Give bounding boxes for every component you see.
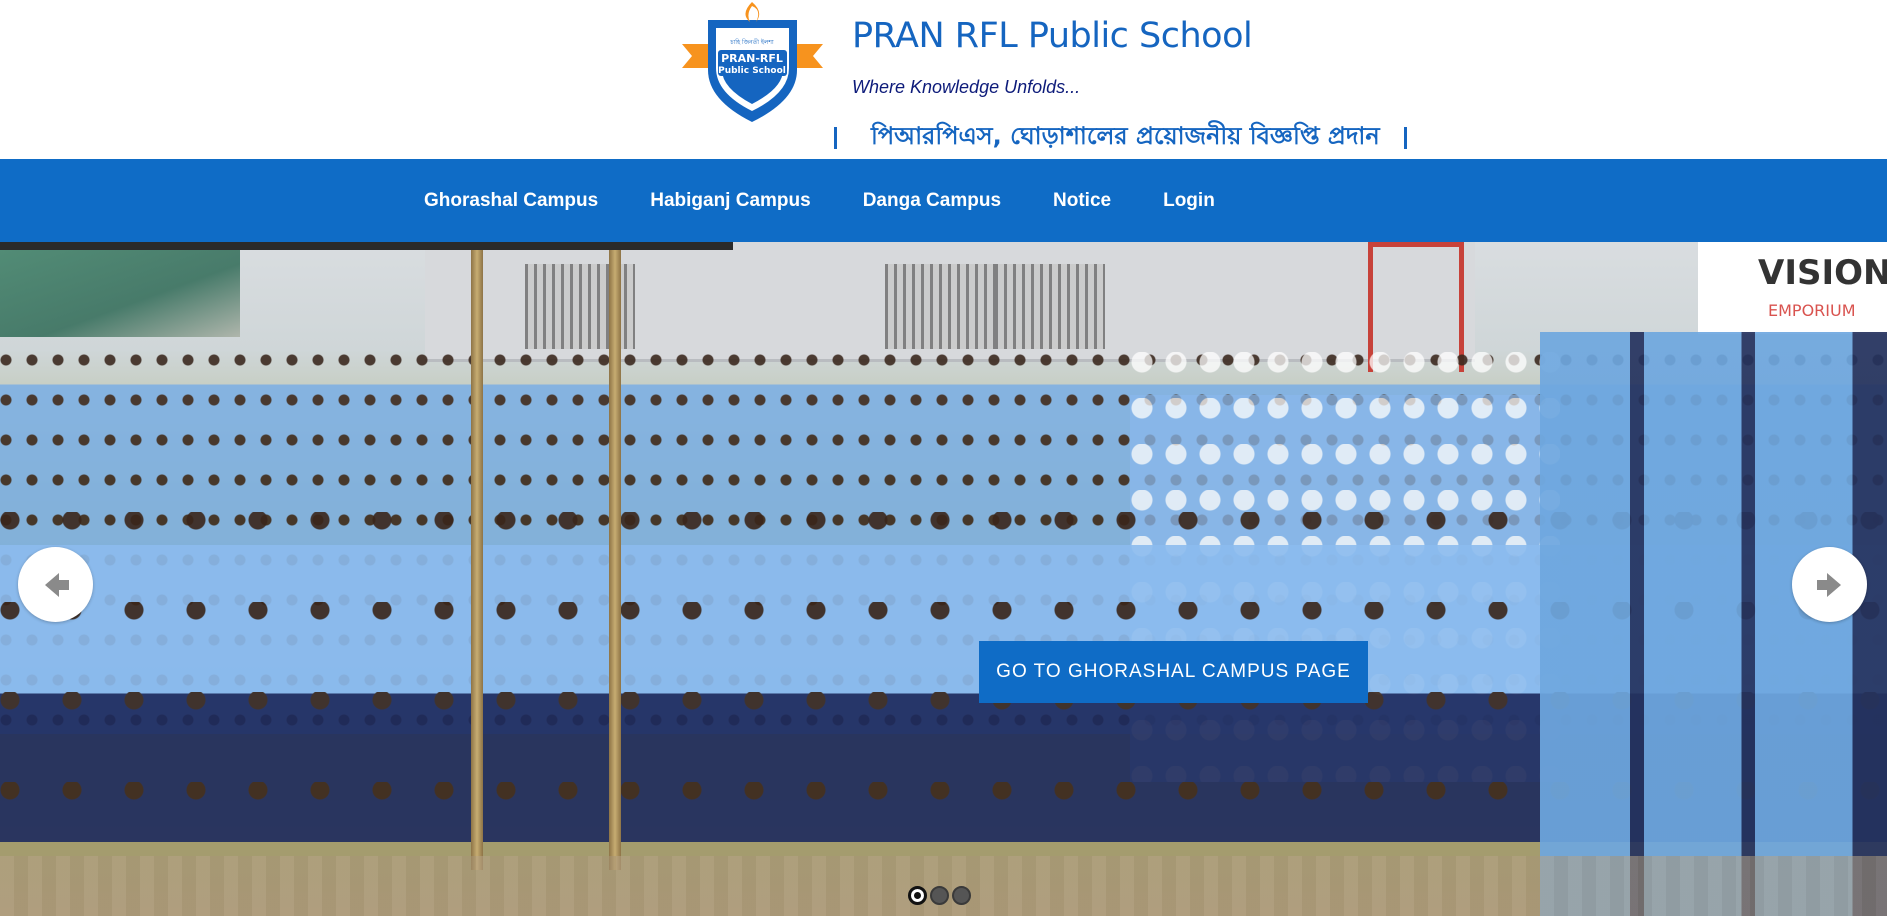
marquee-divider-left <box>834 127 837 149</box>
site-header: চাহি জিনতী ইলশা PRAN-RFL Public School P… <box>0 0 1887 159</box>
nav-item-habiganj-campus[interactable]: Habiganj Campus <box>624 190 836 212</box>
building-window <box>995 264 1105 349</box>
nav-menu: Ghorashal Campus Habiganj Campus Danga C… <box>398 159 1241 242</box>
bamboo-pole <box>471 242 483 870</box>
teachers-group <box>1540 332 1887 916</box>
store-sign-line1: VISION <box>1758 253 1887 293</box>
slider-pagination <box>908 886 971 905</box>
slide-image-student-assembly: VISION EMPORIUM <box>0 242 1887 916</box>
building-window <box>885 264 995 349</box>
hero-slider: VISION EMPORIUM GO TO GHORASHAL CAMPUS P… <box>0 242 1887 916</box>
logo-text-line2: Public School <box>718 66 786 76</box>
slider-prev-button[interactable] <box>18 547 93 622</box>
logo-motto: চাহি জিনতী ইলশা <box>729 38 774 46</box>
slider-dot-2[interactable] <box>930 886 949 905</box>
notice-marquee-text: পিআরপিএস, ঘোড়াশালের প্রয়োজনীয় বিজ্ঞপ্… <box>871 122 1380 150</box>
main-navbar: Ghorashal Campus Habiganj Campus Danga C… <box>0 159 1887 242</box>
school-tagline: Where Knowledge Unfolds... <box>852 77 1081 97</box>
notice-marquee[interactable]: পিআরপিএস, ঘোড়াশালের প্রয়োজনীয় বিজ্ঞপ্… <box>834 120 1456 156</box>
school-logo[interactable]: চাহি জিনতী ইলশা PRAN-RFL Public School <box>680 0 825 124</box>
logo-text-line1: PRAN-RFL <box>721 52 783 65</box>
vision-emporium-sign: VISION EMPORIUM <box>1698 242 1887 334</box>
arrow-left-icon <box>44 572 69 597</box>
school-building-image <box>425 242 1475 362</box>
nav-item-login[interactable]: Login <box>1137 190 1241 212</box>
bamboo-pole <box>609 242 621 870</box>
slider-progress-bar <box>0 242 733 250</box>
slider-next-button[interactable] <box>1792 547 1867 622</box>
nav-item-danga-campus[interactable]: Danga Campus <box>837 190 1027 212</box>
slider-dot-1[interactable] <box>908 886 927 905</box>
school-name-title[interactable]: PRAN RFL Public School <box>852 16 1253 56</box>
marquee-divider-right <box>1403 127 1407 149</box>
go-to-ghorashal-campus-button[interactable]: GO TO GHORASHAL CAMPUS PAGE <box>979 641 1368 703</box>
shed-roof-image <box>0 242 240 337</box>
store-sign-line2: EMPORIUM <box>1768 301 1856 320</box>
arrow-right-icon <box>1816 572 1841 597</box>
nav-item-ghorashal-campus[interactable]: Ghorashal Campus <box>398 190 624 212</box>
nav-item-notice[interactable]: Notice <box>1027 190 1137 212</box>
slider-dot-3[interactable] <box>952 886 971 905</box>
